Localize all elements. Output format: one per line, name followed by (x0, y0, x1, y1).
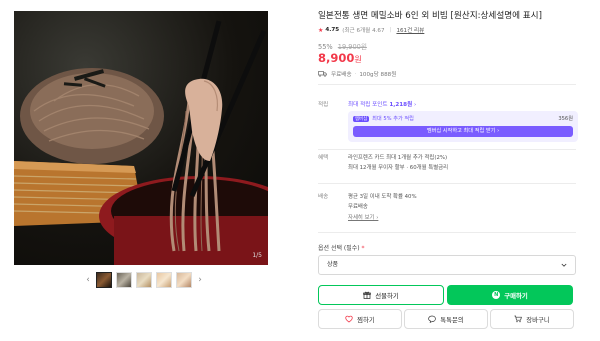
buy-button[interactable]: N 구매하기 (447, 285, 573, 305)
option-label: 옵션 선택 (필수) * (318, 245, 365, 252)
image-counter: 1/5 (252, 252, 262, 259)
thumbnail-4[interactable] (156, 272, 172, 288)
wish-button-label: 찜하기 (357, 315, 375, 324)
talk-inquiry-label: 톡톡문의 (440, 315, 464, 324)
max-points-link[interactable]: 최대 적립 포인트 1,218원 › (348, 100, 416, 108)
thumbnail-2[interactable] (116, 272, 132, 288)
gift-icon (363, 291, 371, 299)
divider (318, 149, 576, 150)
membership-start-button[interactable]: 멤버십 시작하고 최대 적립 받기 › (353, 126, 573, 137)
option-selected-value: 상품 (327, 261, 339, 268)
thumbnail-3[interactable] (136, 272, 152, 288)
option-select[interactable]: 상품 (318, 255, 576, 275)
product-main-image[interactable]: 1/5 (14, 11, 268, 265)
benefit-label: 혜택 (318, 155, 329, 161)
membership-badge: 멤버십 (353, 115, 370, 122)
shipping-free: 무료배송 (331, 72, 352, 78)
thumbnail-1[interactable] (96, 272, 112, 288)
separator: · (354, 71, 357, 77)
membership-promo-amount: 356원 (558, 116, 573, 122)
membership-promo-text: 최대 5% 추가 적립 (372, 116, 414, 122)
chat-icon (428, 315, 436, 323)
gift-button-label: 선물하기 (375, 291, 399, 300)
benefit-installment: 최대 12개월 무이자 할부 · 60개월 특별금리 (348, 165, 449, 171)
star-icon: ★ (318, 26, 324, 34)
gift-button[interactable]: 선물하기 (318, 285, 444, 305)
delivery-label: 배송 (318, 194, 329, 200)
discount-row: 55% 19,900원 (318, 41, 367, 51)
shipping-detail: 100g당 888원 (359, 72, 397, 78)
max-points-amount: 1,218원 (389, 102, 413, 108)
talk-inquiry-button[interactable]: 톡톡문의 (404, 309, 488, 329)
rating-score: 4.75 (325, 27, 340, 33)
heart-icon (345, 315, 353, 323)
cart-button[interactable]: 장바구니 (490, 309, 574, 329)
cart-button-label: 장바구니 (526, 315, 550, 324)
delivery-estimate: 평균 3일 이내 도착 확률 40% (348, 194, 417, 200)
wish-button[interactable]: 찜하기 (318, 309, 402, 329)
reviews-link[interactable]: 161건 리뷰 (396, 26, 424, 34)
membership-promo: 멤버십 최대 5% 추가 적립 356원 멤버십 시작하고 최대 적립 받기 › (348, 111, 578, 142)
truck-icon (318, 71, 327, 77)
sale-price: 8,900원 (318, 51, 362, 65)
buy-button-label: 구매하기 (504, 291, 528, 300)
chevron-down-icon (561, 263, 567, 267)
delivery-free: 무료배송 (348, 204, 368, 210)
divider (318, 232, 576, 233)
benefit-card: 라인프렌즈 카드 최대 1개월 추가 적립(2%) (348, 155, 448, 161)
cart-icon (514, 315, 523, 323)
points-label: 적립 (318, 102, 329, 108)
max-points-text: 최대 적립 포인트 (348, 102, 388, 108)
thumbnail-strip: ‹ › (84, 270, 204, 290)
soba-photo-illustration (14, 20, 268, 265)
discount-rate: 55% (318, 43, 333, 51)
original-price: 19,900원 (337, 43, 367, 51)
rating-row: ★ 4.75 (최근 6개월 4.67 | 161건 리뷰 (318, 26, 424, 35)
shipping-row: 무료배송 · 100g당 888원 (318, 70, 396, 78)
sale-price-unit: 원 (354, 55, 362, 64)
product-title: 일본전통 생면 메밀소바 6인 외 비빔 [원산지:상세설명에 표시] (318, 11, 542, 21)
divider (318, 183, 576, 184)
naver-pay-icon: N (492, 291, 501, 299)
sale-price-number: 8,900 (318, 51, 355, 65)
chevron-right-icon: › (414, 102, 417, 108)
delivery-detail-link[interactable]: 자세히 보기 › (348, 213, 378, 221)
divider (318, 84, 576, 85)
separator: | (389, 27, 392, 33)
chevron-left-icon[interactable]: ‹ (84, 275, 92, 285)
required-mark: * (361, 245, 365, 252)
rating-recent: (최근 6개월 4.67 (342, 28, 385, 34)
thumbnail-5[interactable] (176, 272, 192, 288)
chevron-right-icon[interactable]: › (196, 275, 204, 285)
